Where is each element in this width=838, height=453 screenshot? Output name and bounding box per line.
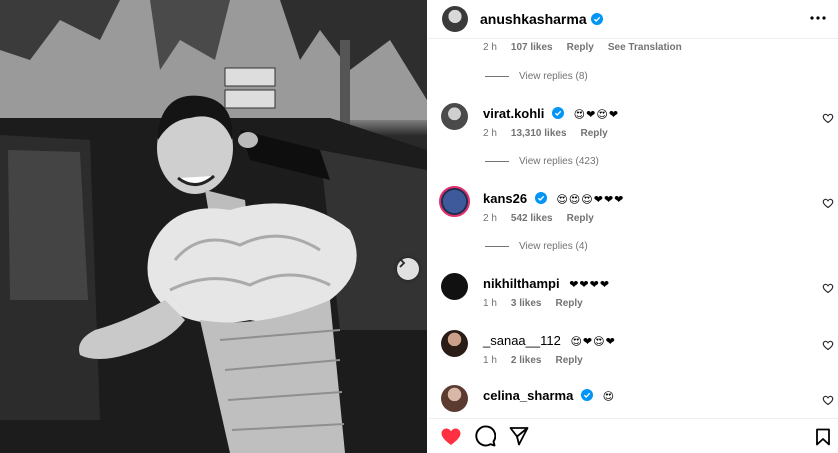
bookmark-icon: [816, 428, 830, 446]
commenter-avatar[interactable]: [441, 385, 468, 412]
comment-likes[interactable]: 2 likes: [511, 355, 542, 366]
comment-line: kans26 😍😍😍❤❤❤: [483, 191, 624, 206]
view-replies-label: View replies (4): [519, 241, 588, 252]
comment-icon: [475, 425, 496, 447]
comment-reply-link[interactable]: Reply: [581, 128, 608, 139]
comment-view-replies[interactable]: View replies (423): [485, 156, 599, 167]
carousel-next-button[interactable]: [397, 258, 419, 280]
caption-time: 2 h: [483, 42, 497, 53]
replies-divider: [485, 246, 509, 247]
comment-reply-link[interactable]: Reply: [556, 298, 583, 309]
comment-meta: 1 h 2 likes Reply: [483, 355, 583, 366]
heart-outline-icon[interactable]: [822, 112, 834, 124]
heart-outline-icon[interactable]: [822, 197, 834, 209]
comment-text: 😍❤😍❤: [570, 336, 616, 348]
comment-time: 1 h: [483, 355, 497, 366]
comment-item: celina_sharma 😍: [428, 383, 838, 418]
post-header: anushkasharma: [428, 0, 838, 38]
verified-badge-icon: [534, 192, 547, 204]
share-icon: [509, 427, 529, 446]
comment-text: 😍😍😍❤❤❤: [556, 194, 625, 206]
photo-illustration: [0, 0, 427, 453]
see-translation-link[interactable]: See Translation: [608, 42, 682, 53]
commenter-avatar[interactable]: [439, 186, 470, 217]
comment-item: kans26 😍😍😍❤❤❤ 2 h 542 likes Reply View r…: [428, 186, 838, 266]
post-side-panel: anushkasharma 2 h 107 likes Reply See Tr…: [428, 0, 838, 453]
comment-line: _sanaa__112 😍❤😍❤: [483, 333, 616, 348]
comment-item: nikhilthampi ❤❤❤❤ 1 h 3 likes Reply: [428, 271, 838, 321]
comment-text: ❤❤❤❤: [569, 279, 611, 291]
comment-meta: 2 h 13,310 likes Reply: [483, 128, 608, 139]
comment-time: 2 h: [483, 128, 497, 139]
comment-button[interactable]: [474, 425, 496, 447]
heart-outline-icon[interactable]: [822, 282, 834, 294]
view-replies-label: View replies (8): [519, 71, 588, 82]
comment-time: 2 h: [483, 213, 497, 224]
comment-line: virat.kohli 😍❤😍❤: [483, 106, 619, 121]
view-replies-label: View replies (423): [519, 156, 599, 167]
commenter-avatar[interactable]: [441, 103, 468, 130]
replies-divider: [485, 161, 509, 162]
caption-likes[interactable]: 107 likes: [511, 42, 553, 53]
verified-badge-icon: [580, 389, 593, 401]
verified-badge-icon: [552, 107, 565, 119]
post-action-bar: [428, 418, 838, 453]
comment-time: 1 h: [483, 298, 497, 309]
commenter-avatar[interactable]: [441, 330, 468, 357]
commenter-avatar[interactable]: [441, 273, 468, 300]
commenter-username[interactable]: _sanaa__112: [483, 333, 561, 348]
comment-reply-link[interactable]: Reply: [567, 213, 594, 224]
save-button[interactable]: [814, 428, 832, 446]
commenter-username[interactable]: nikhilthampi: [483, 276, 560, 291]
more-options-icon: [810, 16, 826, 20]
commenter-username[interactable]: virat.kohli: [483, 106, 544, 121]
commenter-username[interactable]: celina_sharma: [483, 388, 573, 403]
comment-meta: 1 h 3 likes Reply: [483, 298, 583, 309]
comment-line: nikhilthampi ❤❤❤❤: [483, 276, 610, 291]
replies-divider: [485, 76, 509, 77]
comment-text: 😍❤😍❤: [573, 109, 620, 121]
more-options-button[interactable]: [808, 8, 828, 28]
verified-badge-icon: [590, 13, 603, 25]
comments-list[interactable]: 2 h 107 likes Reply See Translation View…: [428, 38, 838, 418]
comment-line: celina_sharma 😍: [483, 388, 615, 403]
post-photo: [0, 0, 427, 453]
comment-likes[interactable]: 3 likes: [511, 298, 542, 309]
heart-outline-icon[interactable]: [822, 339, 834, 351]
comment-item: _sanaa__112 😍❤😍❤ 1 h 2 likes Reply: [428, 328, 838, 378]
comment-reply-link[interactable]: Reply: [556, 355, 583, 366]
author-avatar[interactable]: [442, 6, 468, 32]
comment-likes[interactable]: 13,310 likes: [511, 128, 567, 139]
author-username[interactable]: anushkasharma: [480, 11, 587, 27]
comment-item: virat.kohli 😍❤😍❤ 2 h 13,310 likes Reply …: [428, 101, 838, 181]
chevron-right-icon: [399, 258, 406, 268]
like-button[interactable]: [440, 425, 462, 447]
heart-outline-icon[interactable]: [822, 394, 834, 406]
comment-text: 😍: [602, 391, 616, 403]
caption-reply-link[interactable]: Reply: [567, 42, 594, 53]
comment-meta: 2 h 542 likes Reply: [483, 213, 594, 224]
share-button[interactable]: [508, 425, 530, 447]
caption-view-replies[interactable]: View replies (8): [485, 71, 588, 82]
comment-likes[interactable]: 542 likes: [511, 213, 553, 224]
commenter-username[interactable]: kans26: [483, 191, 527, 206]
comment-view-replies[interactable]: View replies (4): [485, 241, 588, 252]
heart-filled-icon: [441, 428, 461, 445]
